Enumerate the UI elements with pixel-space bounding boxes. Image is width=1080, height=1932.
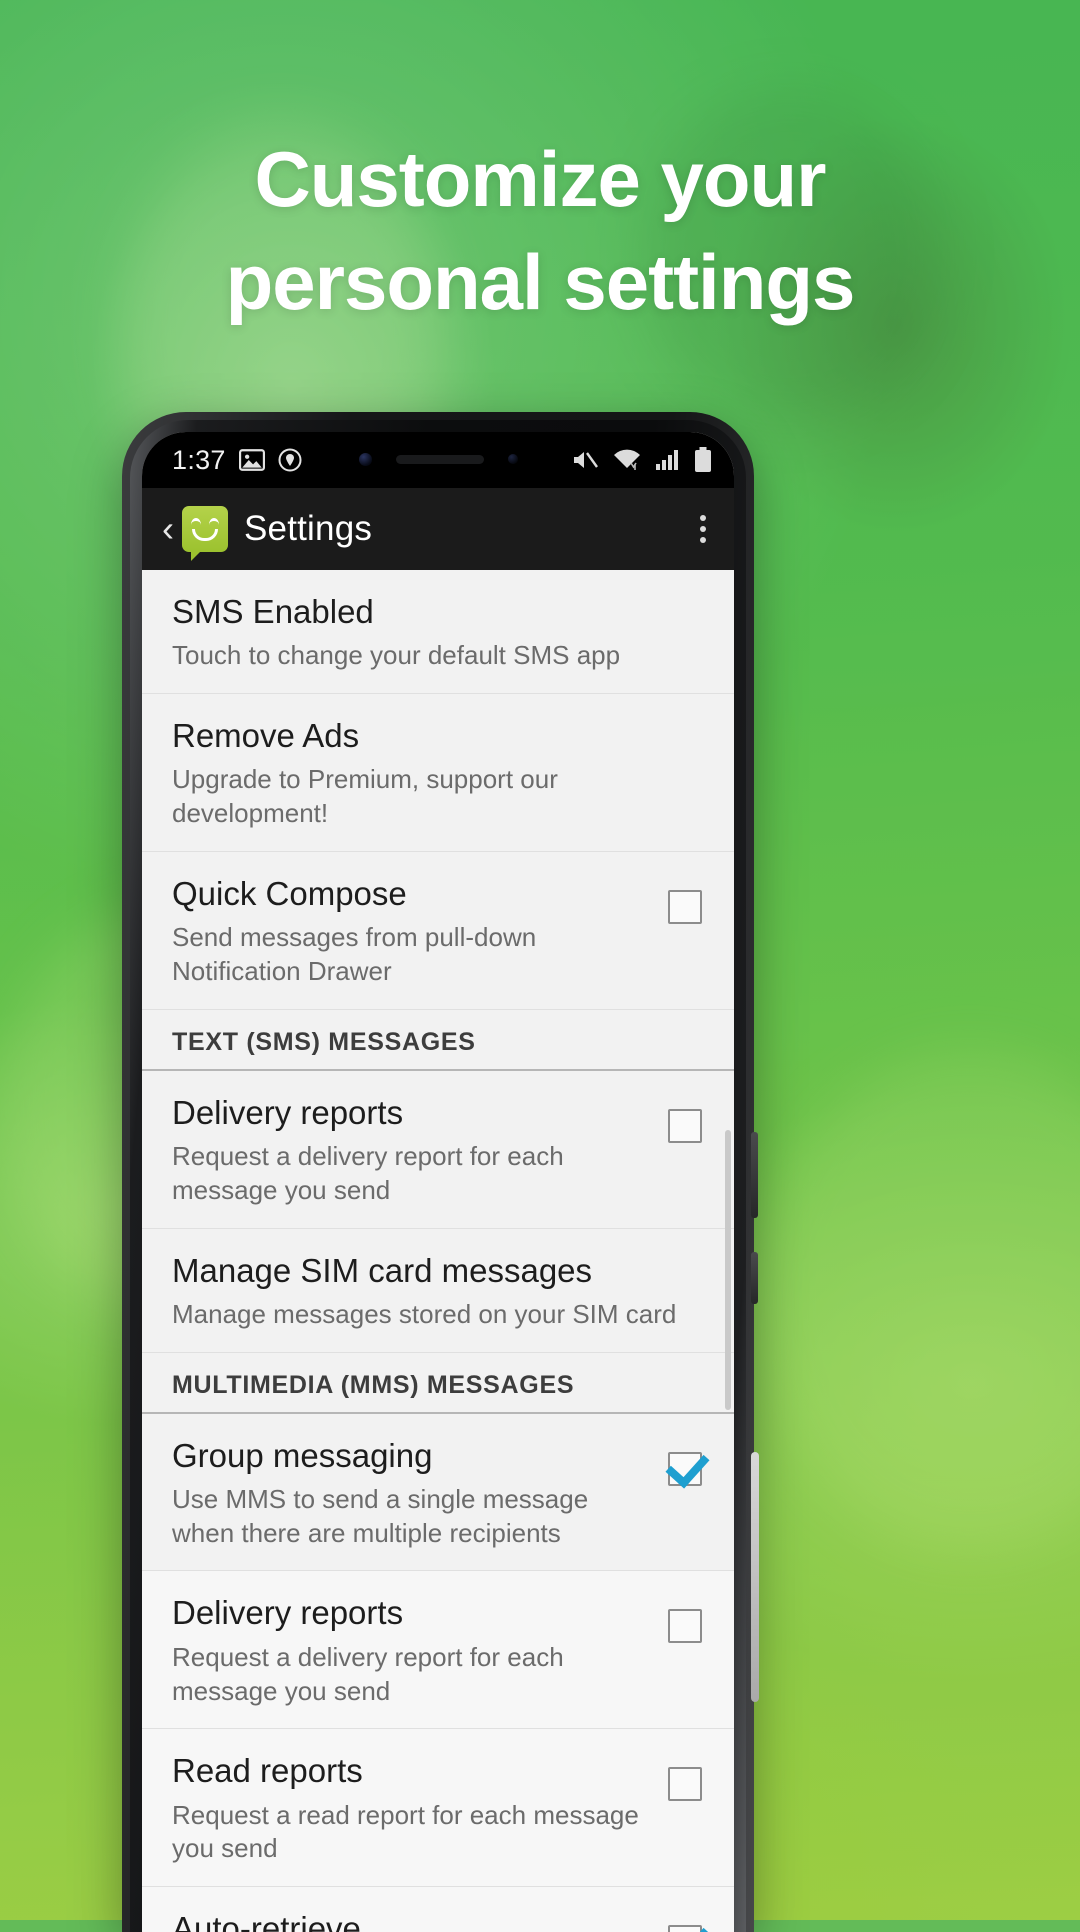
setting-title: Remove Ads bbox=[172, 717, 360, 755]
section-header-multimedia-mms-messages: MULTIMEDIA (MMS) MESSAGES bbox=[142, 1352, 734, 1414]
sensor-icon bbox=[507, 454, 518, 464]
setting-subtitle: Touch to change your default SMS app bbox=[172, 640, 621, 671]
section-header-label: TEXT (SMS) MESSAGES bbox=[172, 1027, 476, 1056]
volume-down-button[interactable] bbox=[751, 1252, 758, 1304]
headline-line-1: Customize your bbox=[254, 135, 826, 223]
setting-title: Manage SIM card messages bbox=[172, 1251, 593, 1289]
setting-row-sms-delivery-reports[interactable]: Delivery reports Request a delivery repo… bbox=[142, 1070, 734, 1229]
setting-row-auto-retrieve[interactable]: Auto-retrieve Automatically retrieve mes… bbox=[142, 1887, 734, 1932]
setting-subtitle: Send messages from pull-down Notificatio… bbox=[172, 922, 537, 986]
setting-checkbox-quick-compose[interactable] bbox=[668, 889, 702, 924]
setting-row-quick-compose[interactable]: Quick Compose Send messages from pull-do… bbox=[142, 851, 734, 1010]
setting-subtitle: Upgrade to Premium, support our developm… bbox=[172, 764, 558, 829]
wifi-icon bbox=[614, 449, 640, 470]
setting-subtitle: Request a delivery report for each messa… bbox=[172, 1641, 564, 1706]
image-icon bbox=[238, 449, 265, 471]
setting-title: SMS Enabled bbox=[172, 593, 374, 630]
overflow-menu-icon[interactable] bbox=[690, 507, 716, 551]
setting-checkbox-auto-retrieve[interactable] bbox=[668, 1925, 702, 1932]
setting-title: Group messaging bbox=[172, 1436, 433, 1474]
promo-headline: Customize your personal settings bbox=[0, 128, 1080, 334]
setting-title: Quick Compose bbox=[172, 874, 407, 912]
mute-icon bbox=[574, 452, 598, 468]
setting-checkbox-mms-delivery-reports[interactable] bbox=[668, 1609, 702, 1644]
setting-subtitle: Request a read report for each message y… bbox=[172, 1799, 639, 1864]
setting-subtitle: Use MMS to send a single message when th… bbox=[172, 1483, 589, 1548]
section-header-label: MULTIMEDIA (MMS) MESSAGES bbox=[172, 1370, 575, 1399]
setting-title: Auto-retrieve bbox=[172, 1910, 361, 1932]
message-smiley-icon bbox=[182, 506, 228, 561]
battery-icon bbox=[695, 447, 711, 472]
power-button[interactable] bbox=[751, 1452, 759, 1702]
app-bar: ‹ Settings bbox=[142, 488, 734, 570]
app-screen: 1:37 ‹ Settings SMS Enabled Touch to cha… bbox=[142, 432, 734, 1932]
status-bar: 1:37 bbox=[142, 432, 734, 488]
status-bar-right bbox=[571, 447, 712, 473]
status-time: 1:37 bbox=[172, 444, 226, 475]
setting-row-manage-sim-card-messages[interactable]: Manage SIM card messages Manage messages… bbox=[142, 1228, 734, 1353]
smiley-mouth bbox=[192, 529, 218, 541]
page-title: Settings bbox=[244, 509, 373, 548]
setting-subtitle: Request a delivery report for each messa… bbox=[172, 1140, 564, 1205]
setting-row-sms-enabled[interactable]: SMS Enabled Touch to change your default… bbox=[142, 570, 734, 695]
setting-row-mms-delivery-reports[interactable]: Delivery reports Request a delivery repo… bbox=[142, 1571, 734, 1730]
setting-row-remove-ads[interactable]: Remove Ads Upgrade to Premium, support o… bbox=[142, 694, 734, 852]
setting-row-read-reports[interactable]: Read reports Request a read report for e… bbox=[142, 1729, 734, 1888]
phone-mockup: 1:37 ‹ Settings SMS Enabled Touch to cha… bbox=[122, 412, 759, 1932]
signal-icon bbox=[656, 450, 678, 470]
smiley-eyes bbox=[191, 518, 219, 527]
setting-title: Read reports bbox=[172, 1752, 363, 1790]
earpiece-speaker bbox=[395, 454, 484, 464]
phone-screen-frame: 1:37 ‹ Settings SMS Enabled Touch to cha… bbox=[142, 432, 734, 1932]
headline-line-2: personal settings bbox=[225, 238, 856, 326]
setting-checkbox-group-messaging[interactable] bbox=[668, 1451, 702, 1486]
setting-checkbox-read-reports[interactable] bbox=[668, 1767, 702, 1802]
front-camera-icon bbox=[358, 452, 372, 466]
setting-title: Delivery reports bbox=[172, 1093, 404, 1131]
settings-list[interactable]: SMS Enabled Touch to change your default… bbox=[142, 570, 734, 1932]
scrollbar-thumb[interactable] bbox=[725, 1130, 731, 1410]
setting-title: Delivery reports bbox=[172, 1594, 404, 1632]
section-header-text-sms-messages: TEXT (SMS) MESSAGES bbox=[142, 1009, 734, 1071]
shield-icon bbox=[278, 448, 302, 472]
setting-checkbox-sms-delivery-reports[interactable] bbox=[668, 1108, 702, 1143]
setting-subtitle: Manage messages stored on your SIM card bbox=[172, 1298, 677, 1329]
volume-up-button[interactable] bbox=[751, 1132, 758, 1218]
camera-notch bbox=[318, 434, 558, 484]
setting-row-group-messaging[interactable]: Group messaging Use MMS to send a single… bbox=[142, 1413, 734, 1572]
back-button[interactable]: ‹ bbox=[156, 511, 180, 547]
